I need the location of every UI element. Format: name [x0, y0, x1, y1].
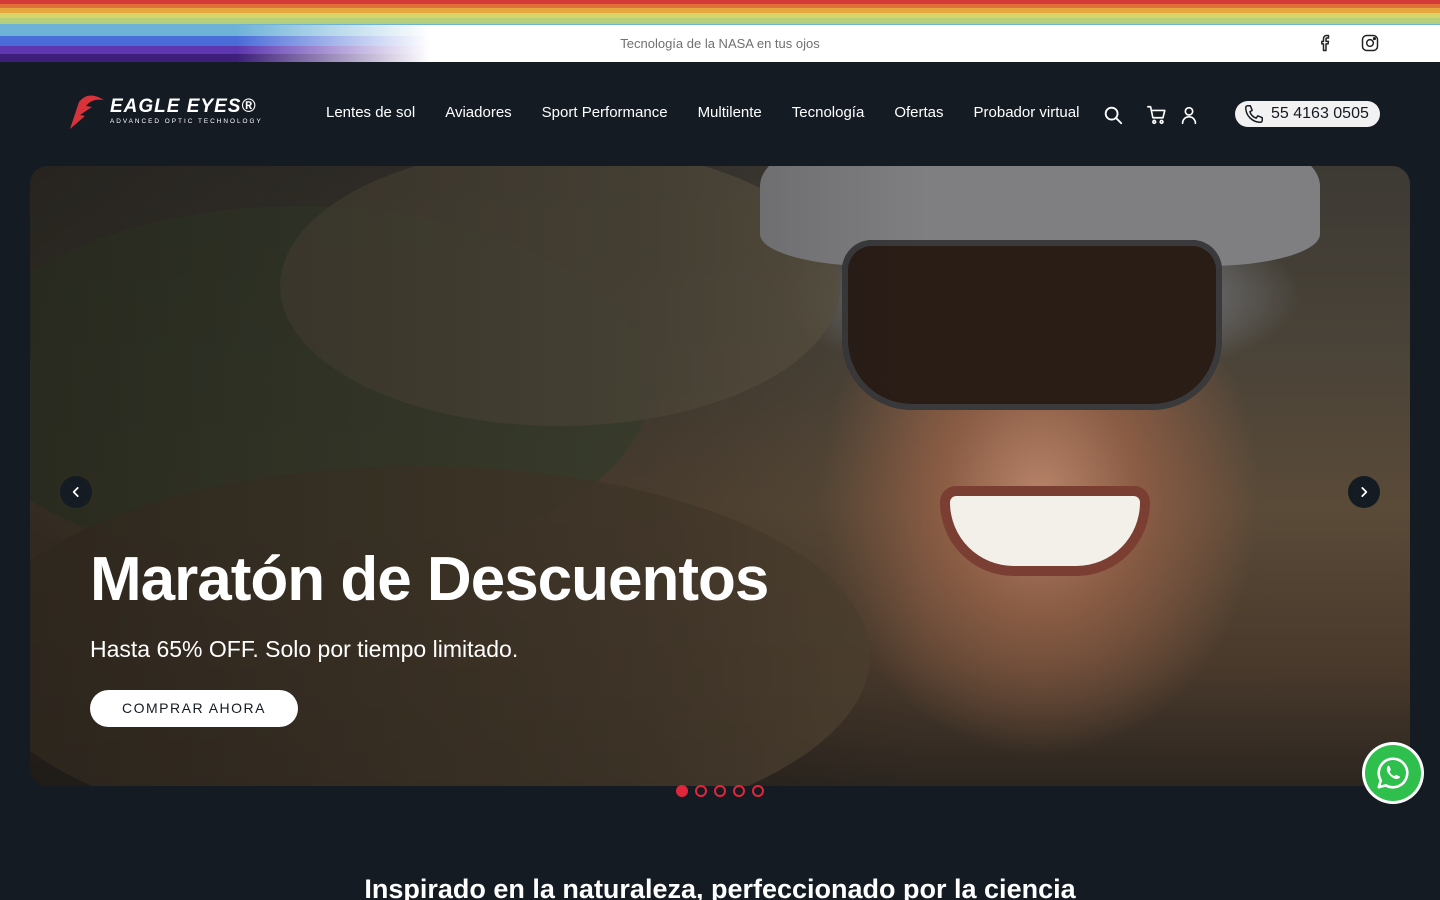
prev-slide-button[interactable] [60, 476, 92, 508]
instagram-icon[interactable] [1360, 33, 1380, 53]
nav-item-sport-performance[interactable]: Sport Performance [542, 104, 668, 121]
eagle-icon [70, 95, 104, 129]
chevron-left-icon [72, 487, 79, 497]
slide-dot-2[interactable] [695, 785, 707, 797]
main-nav: Lentes de sol Aviadores Sport Performanc… [326, 104, 1109, 121]
phone-number: 55 4163 0505 [1271, 105, 1369, 122]
slide-dot-3[interactable] [714, 785, 726, 797]
hero-slider: Maratón de Descuentos Hasta 65% OFF. Sol… [30, 166, 1410, 786]
section-heading: Inspirado en la naturaleza, perfeccionad… [364, 874, 1076, 900]
slide-dot-1[interactable] [676, 785, 688, 797]
logo-tagline: ADVANCED OPTIC TECHNOLOGY [110, 118, 263, 125]
hero-subtitle: Hasta 65% OFF. Solo por tiempo limitado. [90, 636, 519, 662]
hero-title: Maratón de Descuentos [90, 545, 769, 614]
slide-dot-4[interactable] [733, 785, 745, 797]
logo[interactable]: EAGLE EYES® ADVANCED OPTIC TECHNOLOGY [66, 92, 296, 132]
whatsapp-button[interactable] [1362, 742, 1424, 804]
announcement-text: Tecnología de la NASA en tus ojos [620, 36, 820, 51]
nav-item-tecnologia[interactable]: Tecnología [792, 104, 865, 121]
shop-now-button[interactable]: COMPRAR AHORA [90, 690, 298, 727]
site-header: EAGLE EYES® ADVANCED OPTIC TECHNOLOGY Le… [0, 62, 1440, 166]
slide-dot-5[interactable] [752, 785, 764, 797]
next-slide-button[interactable] [1348, 476, 1380, 508]
search-icon[interactable] [1102, 104, 1124, 126]
nav-item-probador-virtual[interactable]: Probador virtual [974, 104, 1080, 121]
nav-item-ofertas[interactable]: Ofertas [894, 104, 943, 121]
user-icon[interactable] [1178, 104, 1200, 126]
phone-icon [1245, 105, 1263, 123]
phone-button[interactable]: 55 4163 0505 [1235, 101, 1380, 127]
whatsapp-icon [1365, 745, 1421, 801]
nav-item-lentes-de-sol[interactable]: Lentes de sol [326, 104, 415, 121]
slider-pagination [676, 785, 764, 797]
cart-icon[interactable] [1146, 104, 1168, 126]
logo-wordmark: EAGLE EYES® [110, 96, 257, 117]
facebook-icon[interactable] [1316, 33, 1336, 53]
nav-item-aviadores[interactable]: Aviadores [445, 104, 511, 121]
chevron-right-icon [1361, 487, 1368, 497]
nav-item-multilente[interactable]: Multilente [698, 104, 762, 121]
